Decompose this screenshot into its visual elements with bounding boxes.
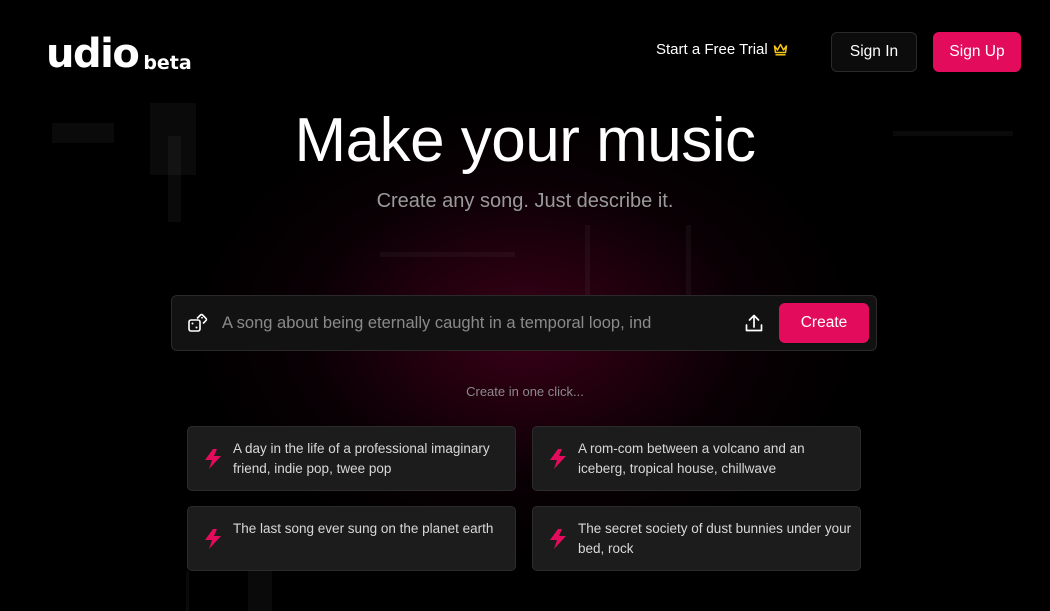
suggestion-text: A day in the life of a professional imag…: [233, 441, 490, 476]
lightning-bolt-icon: [548, 527, 568, 555]
suggestion-text: The secret society of dust bunnies under…: [578, 521, 852, 556]
hero-subtitle: Create any song. Just describe it.: [376, 190, 674, 212]
suggestion-text: The last song ever sung on the planet ea…: [233, 521, 494, 536]
prompt-bar: Create: [171, 295, 877, 351]
hero-title: Make your music: [294, 106, 756, 175]
create-in-one-click-heading: Create in one click...: [466, 384, 584, 399]
lightning-bolt-icon: [203, 527, 223, 555]
suggestion-card[interactable]: A rom-com between a volcano and an icebe…: [532, 426, 861, 491]
upload-icon[interactable]: [743, 312, 765, 338]
sign-up-button[interactable]: Sign Up: [933, 32, 1021, 72]
background-decoration: [380, 252, 515, 257]
lightning-bolt-icon: [548, 447, 568, 475]
trial-link-label: Start a Free Trial: [656, 41, 768, 58]
dice-icon[interactable]: [186, 311, 210, 339]
start-free-trial-link[interactable]: Start a Free Trial: [656, 41, 788, 58]
background-decoration: [585, 225, 590, 305]
sign-in-button[interactable]: Sign In: [831, 32, 917, 72]
song-prompt-input[interactable]: [222, 308, 722, 338]
suggestion-text: A rom-com between a volcano and an icebe…: [578, 441, 805, 476]
beta-badge: beta: [143, 52, 192, 74]
suggestion-card[interactable]: The last song ever sung on the planet ea…: [187, 506, 516, 571]
background-decoration: [686, 225, 691, 295]
background-decoration: [248, 571, 272, 611]
lightning-bolt-icon: [203, 447, 223, 475]
background-decoration: [186, 571, 189, 611]
suggestion-card[interactable]: The secret society of dust bunnies under…: [532, 506, 861, 571]
logo-wordmark: udio: [46, 31, 140, 77]
suggestion-card[interactable]: A day in the life of a professional imag…: [187, 426, 516, 491]
create-button[interactable]: Create: [779, 303, 869, 343]
crown-icon: [773, 43, 788, 56]
udio-logo[interactable]: udio beta: [46, 34, 192, 74]
